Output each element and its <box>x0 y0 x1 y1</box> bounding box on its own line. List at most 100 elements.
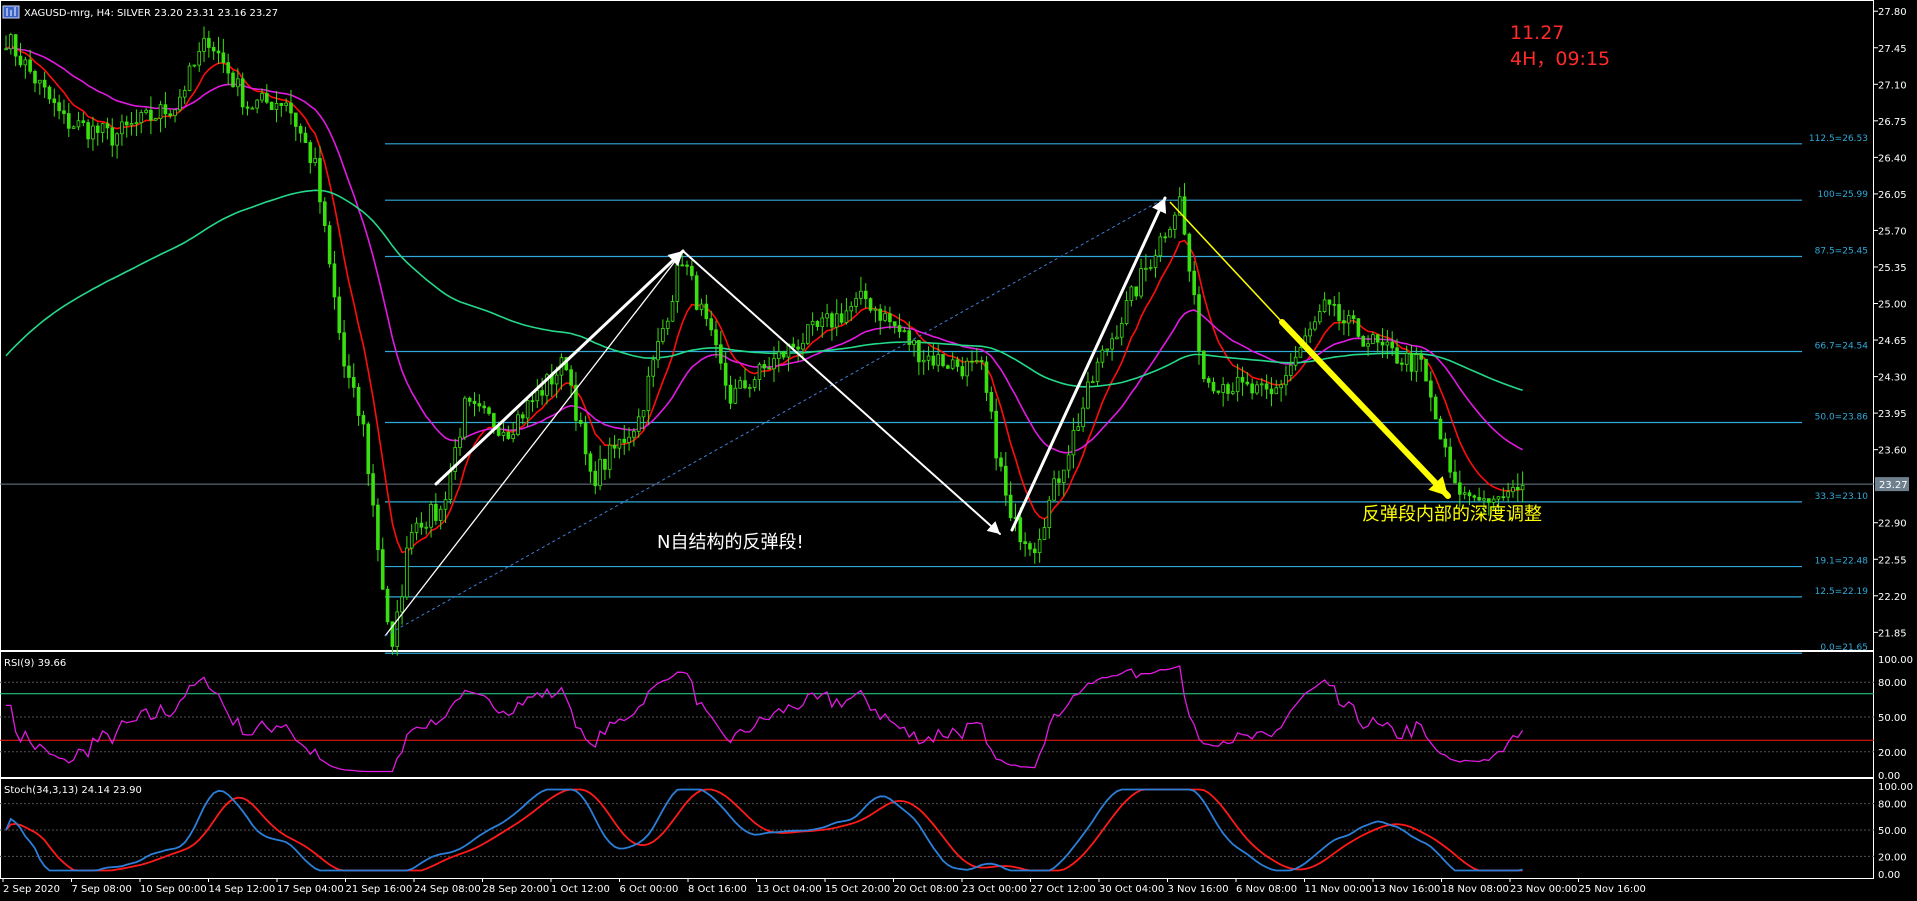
candle-body <box>607 444 612 470</box>
candle-body <box>1395 347 1399 364</box>
candle-body <box>801 342 805 350</box>
candle-body <box>1491 498 1496 503</box>
candle-body <box>752 379 757 388</box>
candle-body <box>743 380 747 389</box>
candle-body <box>260 93 264 101</box>
candle-body <box>897 325 902 333</box>
candle-body <box>1139 268 1143 297</box>
rsi-panel: 100.00 80.00 50.00 20.00 0.00 <box>0 655 1913 782</box>
chart-window[interactable]: 112.5=26.53 100=25.99 87.5=25.45 66.7=24.54… <box>0 0 1917 897</box>
time-axis: 2 Sep 2020 7 Sep 08:00 10 Sep 00:00 14 Sep … <box>2 878 1646 895</box>
n-structure-annotation[interactable]: N自结构的反弹段! <box>657 532 804 553</box>
candle-body <box>1168 228 1172 238</box>
yellow-line-segment[interactable] <box>1169 201 1283 323</box>
candle-body <box>1520 485 1525 491</box>
candle-body <box>139 112 144 124</box>
candle-body <box>1284 374 1288 386</box>
candle-body <box>13 34 18 57</box>
candle-body <box>173 109 177 116</box>
date-annotation[interactable]: 11.27 <box>1510 22 1564 44</box>
candle-body <box>1458 482 1462 495</box>
candle-body <box>1332 303 1337 306</box>
price-tick-label: 27.10 <box>1878 80 1907 91</box>
moving-averages <box>5 45 1523 554</box>
candle-body <box>578 419 583 424</box>
time-annotation[interactable]: 4H，09:15 <box>1510 48 1610 70</box>
candle-body <box>356 386 361 416</box>
candle-body <box>699 303 704 310</box>
candle-body <box>105 123 110 129</box>
time-tick-label: 24 Sep 08:00 <box>414 884 481 895</box>
white-arrow-up-1[interactable] <box>434 249 685 486</box>
candle-body <box>772 358 776 370</box>
candle-body <box>443 499 448 510</box>
candle-body <box>1472 495 1477 498</box>
trend-line-up-1[interactable] <box>384 250 684 637</box>
drawing-objects[interactable] <box>384 196 1451 637</box>
candle-body <box>1279 384 1283 389</box>
candle-body <box>182 90 187 98</box>
dotted-trend-line[interactable] <box>384 197 1166 637</box>
candle-body <box>554 374 559 385</box>
deep-adjust-annotation[interactable]: 反弹段内部的深度调整 <box>1362 504 1542 525</box>
candle-body <box>694 275 699 310</box>
candle-body <box>834 313 839 328</box>
candle-body <box>124 121 129 126</box>
fibonacci-levels[interactable]: 112.5=26.53 100=25.99 87.5=25.45 66.7=24.54… <box>0 134 1874 654</box>
candle-body <box>1419 354 1423 360</box>
candle-body <box>42 79 47 88</box>
candle-body <box>1052 478 1056 501</box>
white-arrow-up-2[interactable] <box>1010 196 1167 532</box>
candle-body <box>965 360 969 377</box>
time-tick-label: 11 Nov 00:00 <box>1305 884 1372 895</box>
price-tick-label: 27.45 <box>1878 44 1907 55</box>
candle-body <box>38 79 42 84</box>
candle-body <box>487 407 491 414</box>
candle-body <box>1187 233 1192 272</box>
time-tick-label: 6 Oct 00:00 <box>620 884 679 895</box>
candle-body <box>670 301 675 322</box>
chart-canvas[interactable]: 112.5=26.53 100=25.99 87.5=25.45 66.7=24.54… <box>0 0 1917 897</box>
candle-body <box>1356 318 1361 337</box>
candle-body <box>888 313 892 323</box>
candle-body <box>95 125 100 133</box>
price-tick-label: 27.80 <box>1878 7 1907 18</box>
candle-body <box>917 339 921 363</box>
candle-body <box>656 341 660 361</box>
candle-body <box>1409 353 1414 372</box>
candle-body <box>936 354 940 366</box>
candle-body <box>979 360 984 363</box>
candle-body <box>926 355 931 361</box>
candle-body <box>1153 255 1158 268</box>
candle-body <box>723 362 728 386</box>
candle-body <box>414 522 419 533</box>
candle-body <box>496 426 501 436</box>
stoch-axis-label: 80.00 <box>1878 800 1907 811</box>
candle-body <box>516 414 520 435</box>
candle-body <box>796 346 800 350</box>
candle-body <box>733 387 738 404</box>
candle-body <box>1226 384 1230 394</box>
candle-body <box>71 126 76 129</box>
fib-level-label: 0.0=21.65 <box>1820 643 1868 653</box>
rsi-axis-label: 50.00 <box>1878 713 1907 724</box>
candle-body <box>1047 499 1052 528</box>
candle-body <box>236 78 240 88</box>
time-tick-label: 15 Oct 20:00 <box>825 884 890 895</box>
candle-body <box>361 415 366 425</box>
candle-body <box>1274 387 1279 395</box>
candle-body <box>622 438 627 443</box>
time-tick-label: 13 Nov 16:00 <box>1373 884 1440 895</box>
stoch-axis-label: 0.00 <box>1878 870 1900 881</box>
ma-magenta-line <box>5 47 1523 454</box>
candle-body <box>791 343 796 348</box>
candle-body <box>1032 548 1037 554</box>
price-tick-label: 21.85 <box>1878 628 1907 639</box>
candle-body <box>52 98 57 104</box>
candle-body <box>226 62 230 74</box>
candle-body <box>931 355 936 366</box>
candle-body <box>617 438 622 449</box>
candle-body <box>342 332 346 367</box>
candle-body <box>641 410 646 418</box>
candle-body <box>1081 407 1085 428</box>
